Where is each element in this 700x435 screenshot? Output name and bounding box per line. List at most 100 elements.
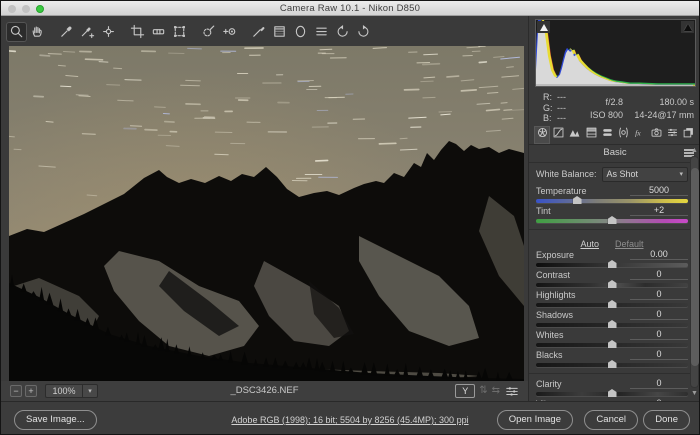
slider-thumb[interactable] bbox=[608, 389, 617, 397]
adjustment-brush-tool-icon bbox=[251, 24, 266, 39]
hand-tool[interactable] bbox=[27, 22, 48, 42]
tab-lens-corrections[interactable] bbox=[615, 126, 631, 144]
slider-track[interactable] bbox=[536, 392, 688, 396]
slider-label: Temperature bbox=[536, 186, 587, 196]
chevron-down-icon: ▾ bbox=[679, 168, 683, 181]
default-link[interactable]: Default bbox=[615, 239, 644, 249]
slider-value-field[interactable]: 0 bbox=[630, 289, 688, 300]
slider-temperature: Temperature 5000 bbox=[536, 185, 688, 205]
tab-split-toning[interactable] bbox=[599, 126, 615, 144]
workflow-options-link[interactable]: Adobe RGB (1998); 16 bit; 5504 by 8256 (… bbox=[231, 415, 468, 425]
tab-effects-icon: fx bbox=[633, 126, 646, 144]
slider-track[interactable] bbox=[536, 323, 688, 327]
shadow-clipping-indicator[interactable] bbox=[537, 21, 550, 33]
cancel-button[interactable]: Cancel bbox=[584, 410, 638, 430]
slider-track[interactable] bbox=[536, 219, 688, 223]
tab-hsl-grayscale[interactable] bbox=[583, 126, 599, 144]
slider-thumb[interactable] bbox=[573, 196, 582, 204]
slider-value-field[interactable]: 0 bbox=[630, 349, 688, 360]
slider-thumb[interactable] bbox=[608, 260, 617, 268]
open-image-button[interactable]: Open Image bbox=[497, 410, 573, 430]
slider-track[interactable] bbox=[536, 199, 688, 203]
image-preview[interactable] bbox=[9, 46, 524, 381]
slider-label: Blacks bbox=[536, 350, 563, 360]
rotate-left-button[interactable] bbox=[332, 22, 353, 42]
straighten-tool[interactable] bbox=[148, 22, 169, 42]
tab-camera-calibration-icon bbox=[650, 126, 663, 144]
slider-thumb[interactable] bbox=[608, 360, 617, 368]
slider-thumb[interactable] bbox=[608, 320, 617, 328]
preferences-button[interactable] bbox=[311, 22, 332, 42]
slider-track[interactable] bbox=[536, 303, 688, 307]
tab-effects[interactable]: fx bbox=[632, 126, 648, 144]
slider-shadows: Shadows 0 bbox=[536, 309, 688, 329]
slider-value-field[interactable]: 0 bbox=[630, 329, 688, 340]
tab-tone-curve[interactable] bbox=[550, 126, 566, 144]
scrollbar-thumb[interactable] bbox=[691, 168, 699, 366]
auto-link[interactable]: Auto bbox=[580, 239, 599, 249]
swap-before-after-icon[interactable]: ⇅ bbox=[479, 384, 487, 398]
svg-text:fx: fx bbox=[636, 128, 642, 137]
slider-value-field[interactable]: +2 bbox=[630, 205, 688, 216]
before-after-toggle-button[interactable]: Y bbox=[455, 384, 475, 398]
footer-bar: Save Image... Adobe RGB (1998); 16 bit; … bbox=[1, 401, 699, 435]
tab-presets[interactable] bbox=[664, 126, 680, 144]
panel-scrollbar[interactable]: ▲ ▼ bbox=[690, 146, 699, 398]
crop-tool[interactable] bbox=[127, 22, 148, 42]
slider-track[interactable] bbox=[536, 283, 688, 287]
slider-value-field[interactable]: 0 bbox=[630, 269, 688, 280]
color-sampler-tool[interactable] bbox=[77, 22, 98, 42]
adjustment-brush-tool[interactable] bbox=[248, 22, 269, 42]
zoom-tool[interactable] bbox=[6, 22, 27, 42]
crop-tool-icon bbox=[130, 24, 145, 39]
tab-detail[interactable] bbox=[567, 126, 583, 144]
slider-label: Highlights bbox=[536, 290, 576, 300]
slider-value-field[interactable]: 0 bbox=[630, 309, 688, 320]
slider-value-field[interactable]: 0 bbox=[630, 378, 688, 389]
scroll-up-icon[interactable]: ▲ bbox=[690, 146, 699, 155]
iso-value: ISO 800 bbox=[590, 109, 623, 122]
white-balance-tool[interactable] bbox=[56, 22, 77, 42]
color-sampler-tool-icon bbox=[80, 24, 95, 39]
white-balance-label: White Balance: bbox=[536, 169, 597, 179]
preview-preferences-button[interactable] bbox=[504, 384, 520, 398]
slider-thumb[interactable] bbox=[608, 280, 617, 288]
slider-track[interactable] bbox=[536, 343, 688, 347]
spot-removal-tool[interactable] bbox=[198, 22, 219, 42]
slider-label: Whites bbox=[536, 330, 564, 340]
aperture-value: f/2.8 bbox=[605, 96, 623, 109]
slider-thumb[interactable] bbox=[608, 340, 617, 348]
slider-thumb[interactable] bbox=[608, 300, 617, 308]
rgb-b-value: --- bbox=[557, 113, 566, 123]
slider-value-field[interactable]: 5000 bbox=[630, 185, 688, 196]
tab-tone-curve-icon bbox=[552, 126, 565, 144]
transform-tool[interactable] bbox=[169, 22, 190, 42]
copy-settings-icon[interactable]: ⇆ bbox=[492, 384, 500, 398]
red-eye-tool[interactable] bbox=[219, 22, 240, 42]
targeted-adjustment-tool[interactable] bbox=[98, 22, 119, 42]
save-image-button[interactable]: Save Image... bbox=[14, 410, 97, 430]
transform-tool-icon bbox=[172, 24, 187, 39]
toolbar bbox=[1, 17, 528, 46]
slider-thumb[interactable] bbox=[608, 216, 617, 224]
slider-track[interactable] bbox=[536, 263, 688, 267]
tab-snapshots[interactable] bbox=[681, 126, 697, 144]
tab-basic[interactable] bbox=[534, 126, 550, 144]
white-balance-tool-icon bbox=[59, 24, 74, 39]
white-balance-select[interactable]: As Shot▾ bbox=[602, 167, 688, 182]
done-button[interactable]: Done bbox=[643, 410, 690, 430]
targeted-adjustment-tool-icon bbox=[101, 24, 116, 39]
slider-track[interactable] bbox=[536, 363, 688, 367]
adjustments-panel: R:--- G:--- B:--- f/2.8180.00 s ISO 8001… bbox=[528, 16, 700, 401]
rgb-g-value: --- bbox=[557, 103, 566, 113]
tab-split-toning-icon bbox=[601, 126, 614, 144]
scroll-down-icon[interactable]: ▼ bbox=[690, 389, 699, 398]
tab-camera-calibration[interactable] bbox=[648, 126, 664, 144]
rotate-right-button[interactable] bbox=[353, 22, 374, 42]
highlight-clipping-indicator[interactable] bbox=[681, 21, 694, 33]
graduated-filter-tool[interactable] bbox=[269, 22, 290, 42]
preferences-button-icon bbox=[314, 24, 329, 39]
preview-status-bar: − + 100% ▾ _DSC3426.NEF Y ⇅ ⇆ bbox=[1, 381, 528, 401]
radial-filter-tool[interactable] bbox=[290, 22, 311, 42]
slider-value-field[interactable]: 0.00 bbox=[630, 249, 688, 260]
